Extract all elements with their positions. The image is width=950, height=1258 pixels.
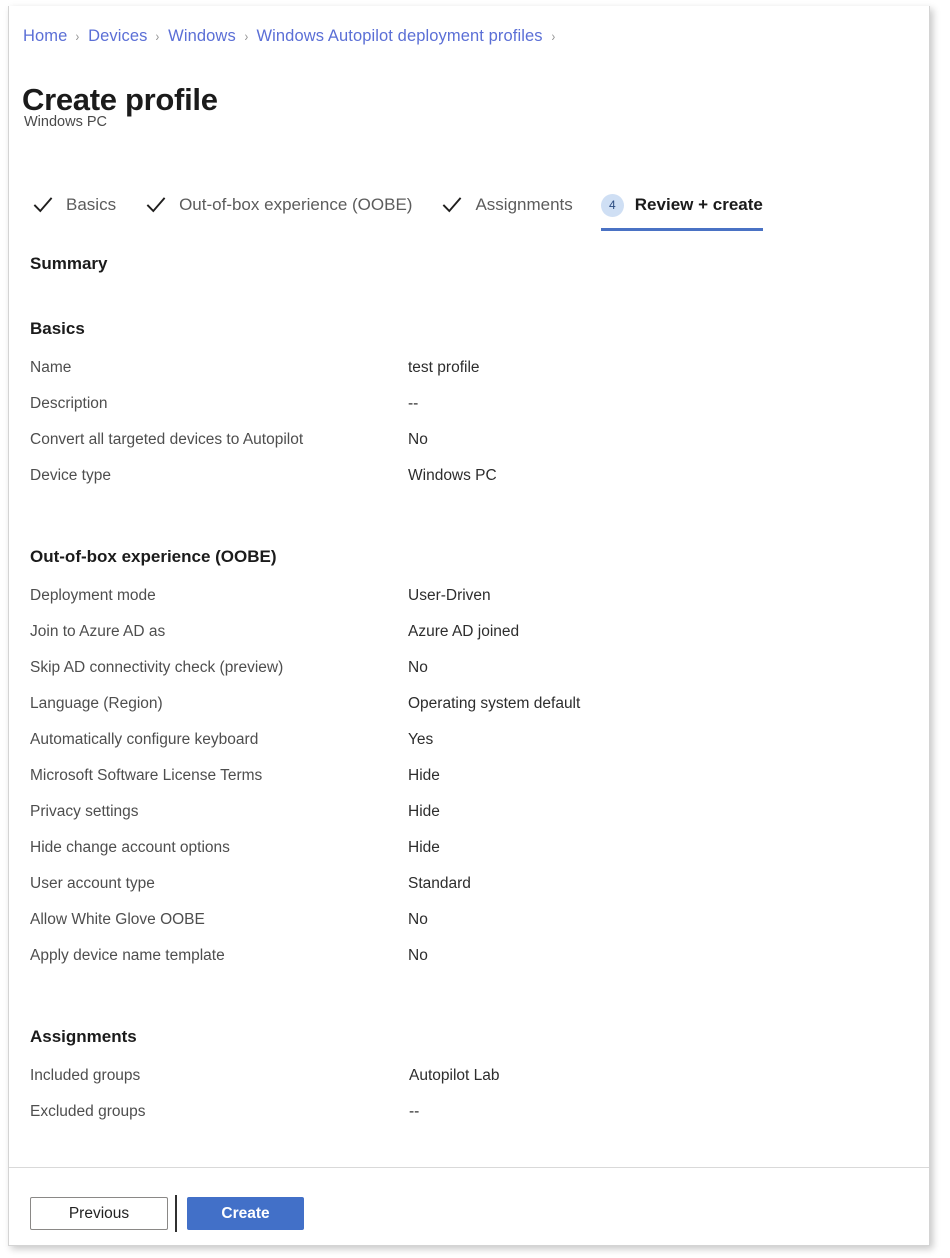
summary-row: Language (Region) Operating system defaul… bbox=[9, 689, 929, 725]
summary-row: Excluded groups -- bbox=[9, 1097, 929, 1133]
summary-row-value: No bbox=[408, 941, 428, 971]
summary-row: Apply device name template No bbox=[9, 941, 929, 977]
summary-row-value: Hide bbox=[408, 761, 440, 791]
breadcrumb-item-2[interactable]: Windows bbox=[168, 26, 236, 46]
summary-row-label: Name bbox=[30, 353, 71, 383]
tab-label: Out-of-box experience (OOBE) bbox=[179, 194, 412, 216]
summary-row-value: Standard bbox=[408, 869, 471, 899]
blade-footer: Previous Create bbox=[9, 1168, 929, 1244]
summary-row-value: -- bbox=[409, 1097, 419, 1127]
summary-row-label: Convert all targeted devices to Autopilo… bbox=[30, 425, 303, 455]
section-rows: Deployment mode User-Driven Join to Azure … bbox=[9, 581, 929, 977]
summary-row-value: Azure AD joined bbox=[408, 617, 519, 647]
summary-heading: Summary bbox=[30, 252, 107, 276]
summary-row-value: User-Driven bbox=[408, 581, 491, 611]
summary-row: Skip AD connectivity check (preview) No bbox=[9, 653, 929, 689]
summary-row-value: No bbox=[408, 425, 428, 455]
summary-row-label: Microsoft Software License Terms bbox=[30, 761, 262, 791]
summary-row-label: Allow White Glove OOBE bbox=[30, 905, 205, 935]
active-tab-underline bbox=[601, 228, 763, 231]
check-icon bbox=[440, 193, 475, 217]
summary-row-label: Deployment mode bbox=[30, 581, 156, 611]
wizard-tab-2[interactable]: Assignments bbox=[440, 188, 572, 222]
create-button[interactable]: Create bbox=[187, 1197, 304, 1230]
summary-row-label: Hide change account options bbox=[30, 833, 230, 863]
create-profile-blade: Home › Devices › Windows › Windows Autopilot d… bbox=[0, 0, 950, 1258]
page-subtitle: Windows PC bbox=[24, 112, 107, 132]
summary-row-label: Apply device name template bbox=[30, 941, 225, 971]
breadcrumb-item-0[interactable]: Home bbox=[23, 26, 67, 46]
summary-row-value: No bbox=[408, 905, 428, 935]
summary-row-value: Hide bbox=[408, 797, 440, 827]
summary-row: Automatically configure keyboard Yes bbox=[9, 725, 929, 761]
summary-row: Allow White Glove OOBE No bbox=[9, 905, 929, 941]
tab-label: Basics bbox=[66, 194, 116, 216]
footer-button-separator bbox=[175, 1195, 177, 1232]
previous-button[interactable]: Previous bbox=[30, 1197, 168, 1230]
summary-row-label: Language (Region) bbox=[30, 689, 163, 719]
summary-row: Convert all targeted devices to Autopilo… bbox=[9, 425, 929, 461]
blade-content: Home › Devices › Windows › Windows Autopilot d… bbox=[9, 6, 929, 1244]
breadcrumb-chevron-icon: › bbox=[244, 26, 248, 46]
summary-row: Microsoft Software License Terms Hide bbox=[9, 761, 929, 797]
summary-row-label: Skip AD connectivity check (preview) bbox=[30, 653, 283, 683]
breadcrumb: Home › Devices › Windows › Windows Autopilot d… bbox=[23, 26, 563, 46]
summary-row-value: Autopilot Lab bbox=[409, 1061, 500, 1091]
section-heading: Basics bbox=[30, 317, 85, 341]
wizard-tab-3[interactable]: 4 Review + create bbox=[601, 188, 763, 222]
summary-row-label: Privacy settings bbox=[30, 797, 139, 827]
summary-row-value: Operating system default bbox=[408, 689, 580, 719]
summary-row: Deployment mode User-Driven bbox=[9, 581, 929, 617]
summary-row: Privacy settings Hide bbox=[9, 797, 929, 833]
summary-row-value: -- bbox=[408, 389, 418, 419]
summary-row-label: Automatically configure keyboard bbox=[30, 725, 258, 755]
summary-row: Device type Windows PC bbox=[9, 461, 929, 497]
tab-step-badge: 4 bbox=[601, 194, 624, 217]
summary-row: Hide change account options Hide bbox=[9, 833, 929, 869]
summary-row-label: User account type bbox=[30, 869, 155, 899]
breadcrumb-item-1[interactable]: Devices bbox=[88, 26, 147, 46]
summary-row: Join to Azure AD as Azure AD joined bbox=[9, 617, 929, 653]
summary-row: User account type Standard bbox=[9, 869, 929, 905]
summary-row-value: No bbox=[408, 653, 428, 683]
check-icon bbox=[31, 193, 66, 217]
wizard-tabstrip: Basics Out-of-box experience (OOBE) Assign… bbox=[31, 188, 763, 230]
summary-row-value: Hide bbox=[408, 833, 440, 863]
wizard-tab-1[interactable]: Out-of-box experience (OOBE) bbox=[144, 188, 412, 222]
summary-row-value: test profile bbox=[408, 353, 480, 383]
tab-label: Assignments bbox=[475, 194, 572, 216]
section-heading: Out-of-box experience (OOBE) bbox=[30, 545, 277, 569]
tab-label: Review + create bbox=[635, 194, 763, 216]
blade-frame: Home › Devices › Windows › Windows Autopilot d… bbox=[8, 6, 930, 1246]
summary-row-label: Excluded groups bbox=[30, 1097, 145, 1127]
summary-row-value: Windows PC bbox=[408, 461, 497, 491]
summary-row: Description -- bbox=[9, 389, 929, 425]
wizard-tab-0[interactable]: Basics bbox=[31, 188, 116, 222]
summary-row-label: Included groups bbox=[30, 1061, 140, 1091]
section-rows: Name test profile Description -- Convert all… bbox=[9, 353, 929, 497]
breadcrumb-chevron-icon: › bbox=[76, 26, 80, 46]
summary-row-label: Join to Azure AD as bbox=[30, 617, 165, 647]
section-rows: Included groups Autopilot Lab Excluded gro… bbox=[9, 1061, 929, 1133]
summary-row: Name test profile bbox=[9, 353, 929, 389]
summary-row-label: Device type bbox=[30, 461, 111, 491]
summary-row-label: Description bbox=[30, 389, 108, 419]
breadcrumb-item-3[interactable]: Windows Autopilot deployment profiles bbox=[256, 26, 542, 46]
summary-row: Included groups Autopilot Lab bbox=[9, 1061, 929, 1097]
breadcrumb-chevron-icon: › bbox=[551, 26, 555, 46]
breadcrumb-chevron-icon: › bbox=[156, 26, 160, 46]
section-heading: Assignments bbox=[30, 1025, 137, 1049]
check-icon bbox=[144, 193, 179, 217]
summary-row-value: Yes bbox=[408, 725, 433, 755]
